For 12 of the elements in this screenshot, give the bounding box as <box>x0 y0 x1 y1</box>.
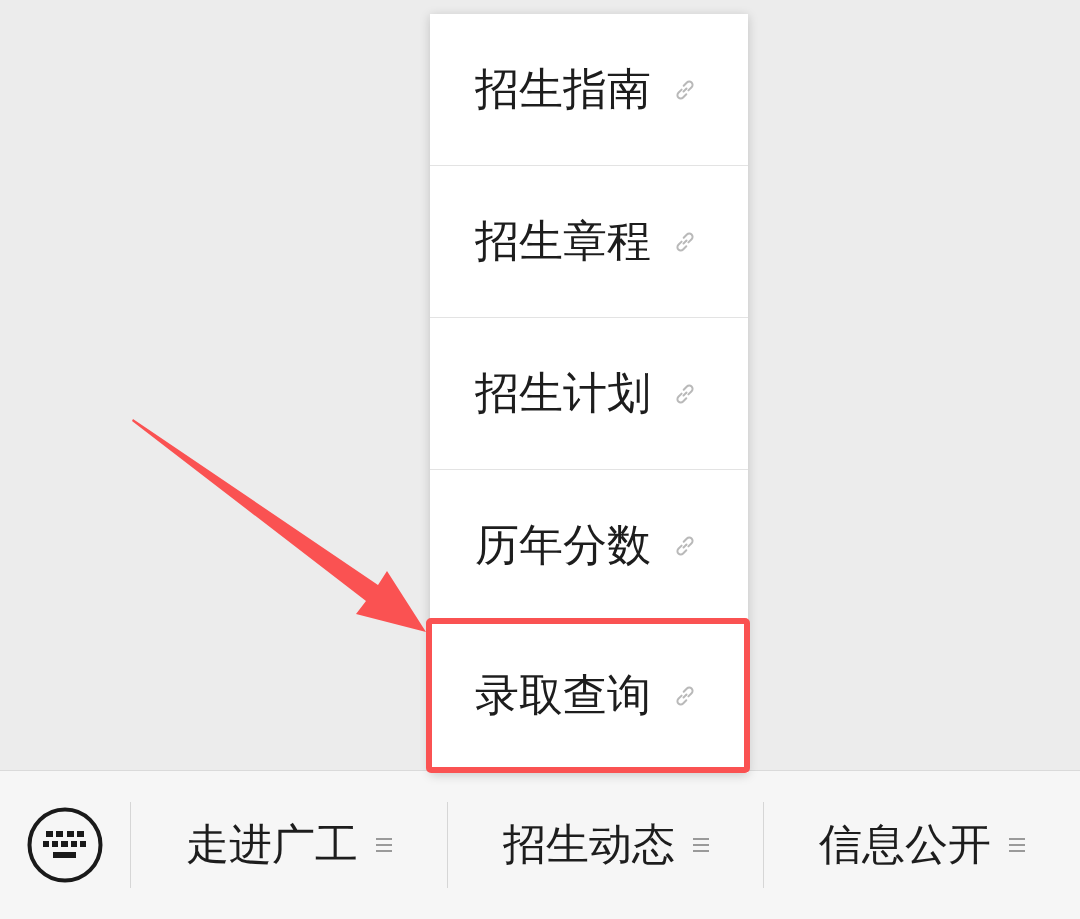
menu-item[interactable]: 招生计划 <box>430 317 748 469</box>
menu-item[interactable]: 历年分数 <box>430 469 748 621</box>
menu-icon <box>692 838 709 852</box>
menu-item[interactable]: 招生指南 <box>430 14 748 165</box>
menu-icon <box>375 838 392 852</box>
menu-tab[interactable]: 招生动态 <box>446 802 764 888</box>
keyboard-icon[interactable] <box>27 807 103 883</box>
menu-item[interactable]: 招生章程 <box>430 165 748 317</box>
menu-tab[interactable]: 信息公开 <box>763 802 1080 888</box>
menu-tab[interactable]: 走进广工 <box>130 802 447 888</box>
menu-icon <box>1009 838 1026 852</box>
menu-item[interactable]: 录取查询 <box>426 618 750 773</box>
